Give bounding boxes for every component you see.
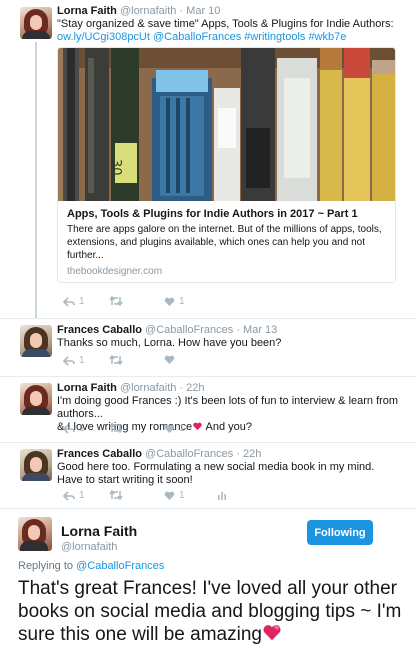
tweet-header: Lorna Faith @lornafaith · Mar 10 [57,5,220,17]
replying-to: Replying to @CaballoFrances [18,560,164,572]
retweet-icon [109,355,123,365]
reply-action[interactable]: 1 [63,490,85,501]
retweet-action[interactable] [109,423,123,433]
card-image-illustration: 30 [58,48,395,201]
tweet-time[interactable]: · Mar 13 [236,324,277,336]
tweet-text-fragment: And you? [203,421,253,433]
tweet-header: Frances Caballo @CaballoFrances · 22h [57,448,261,460]
author-handle[interactable]: @lornafaith [120,5,176,17]
avatar-frances-caballo[interactable] [20,325,52,357]
reply-icon [63,490,75,501]
like-action[interactable]: 1 [164,423,185,434]
card-domain: thebookdesigner.com [67,266,163,277]
reply-action[interactable]: 1 [63,423,85,434]
following-button[interactable]: Following [307,520,373,545]
author-handle[interactable]: @CaballoFrances [145,324,233,336]
analytics-action[interactable] [217,490,227,500]
like-action[interactable] [164,355,175,365]
author-handle[interactable]: @lornafaith [120,382,176,394]
heart-icon [164,491,175,500]
heart-emoji-icon [263,624,281,641]
like-count: 1 [179,296,185,307]
author-handle[interactable]: @lornafaith [61,541,117,553]
focused-tweet-text: That's great Frances! I've loved all you… [18,577,404,646]
like-action[interactable]: 1 [164,490,185,501]
retweet-action[interactable] [109,355,123,365]
author-name[interactable]: Frances Caballo [57,448,142,460]
retweet-action[interactable] [109,296,127,306]
replying-mention-link[interactable]: @CaballoFrances [76,560,164,572]
heart-icon [164,355,175,364]
tweet-time[interactable]: · Mar 10 [179,5,220,17]
retweet-action[interactable] [109,490,123,500]
author-name[interactable]: Lorna Faith [57,5,117,17]
link-preview-card[interactable]: 30 Apps, Tools & Plugins for Indie Autho… [57,47,396,283]
heart-emoji-icon [193,422,202,431]
tweet-2[interactable]: Frances Caballo @CaballoFrances · Mar 13… [0,318,416,376]
card-text: Apps, Tools & Plugins for Indie Authors … [58,201,395,282]
reply-count: 1 [79,296,85,307]
like-count: 1 [179,490,185,501]
tweet-time[interactable]: · 22h [236,448,261,460]
tweet-text-line: "Stay organized & save time" Apps, Tools… [57,18,394,30]
heart-icon [164,297,175,306]
focused-tweet-text-content: That's great Frances! I've loved all you… [18,578,402,645]
tweet-header: Lorna Faith @lornafaith · 22h [57,382,205,394]
analytics-icon [218,492,226,500]
tweet-time[interactable]: · 22h [179,382,204,394]
svg-text:30: 30 [108,159,123,176]
focused-tweet: Lorna Faith @lornafaith Following Replyi… [0,508,416,652]
like-action[interactable]: 1 [164,296,185,307]
avatar-lorna-faith[interactable] [20,383,52,415]
tweet-3[interactable]: Lorna Faith @lornafaith · 22h I'm doing … [0,376,416,442]
like-count: 1 [179,423,185,434]
reply-count: 1 [79,490,85,501]
tweet-text-line: I'm doing good Frances :) It's been lots… [57,395,399,420]
author-name[interactable]: Frances Caballo [57,324,142,336]
avatar-frances-caballo[interactable] [20,449,52,481]
reply-icon [63,355,75,366]
retweet-icon [109,490,123,500]
reply-action[interactable]: 1 [63,296,85,307]
avatar-lorna-faith-large[interactable] [18,517,52,551]
tweet-header: Frances Caballo @CaballoFrances · Mar 13 [57,324,277,336]
author-handle[interactable]: @CaballoFrances [145,448,233,460]
card-description: There are apps galore on the internet. B… [67,224,382,261]
tweet-text: "Stay organized & save time" Apps, Tools… [57,18,402,44]
author-name[interactable]: Lorna Faith [57,382,117,394]
tweet-text: Good here too. Formulating a new social … [57,461,375,486]
tweet-link-line[interactable]: ow.ly/UCgi308pcUt @CaballoFrances #writi… [57,31,402,44]
author-name[interactable]: Lorna Faith [61,523,137,539]
avatar-lorna-faith[interactable] [20,7,52,39]
tweet-1[interactable]: Lorna Faith @lornafaith · Mar 10 "Stay o… [0,0,416,318]
retweet-icon [109,296,123,306]
reply-icon [63,423,75,434]
pens-and-pencils-photo: 30 [58,48,395,201]
reply-count: 1 [79,423,85,434]
reply-count: 1 [79,355,85,366]
heart-icon [164,424,175,433]
reply-icon [63,296,75,307]
retweet-icon [109,423,123,433]
card-title[interactable]: Apps, Tools & Plugins for Indie Authors … [67,207,386,221]
replying-prefix: Replying to [18,560,77,572]
tweet-4[interactable]: Frances Caballo @CaballoFrances · 22h Go… [0,442,416,508]
tweet-text: Thanks so much, Lorna. How have you been… [57,337,282,349]
reply-action[interactable]: 1 [63,355,85,366]
